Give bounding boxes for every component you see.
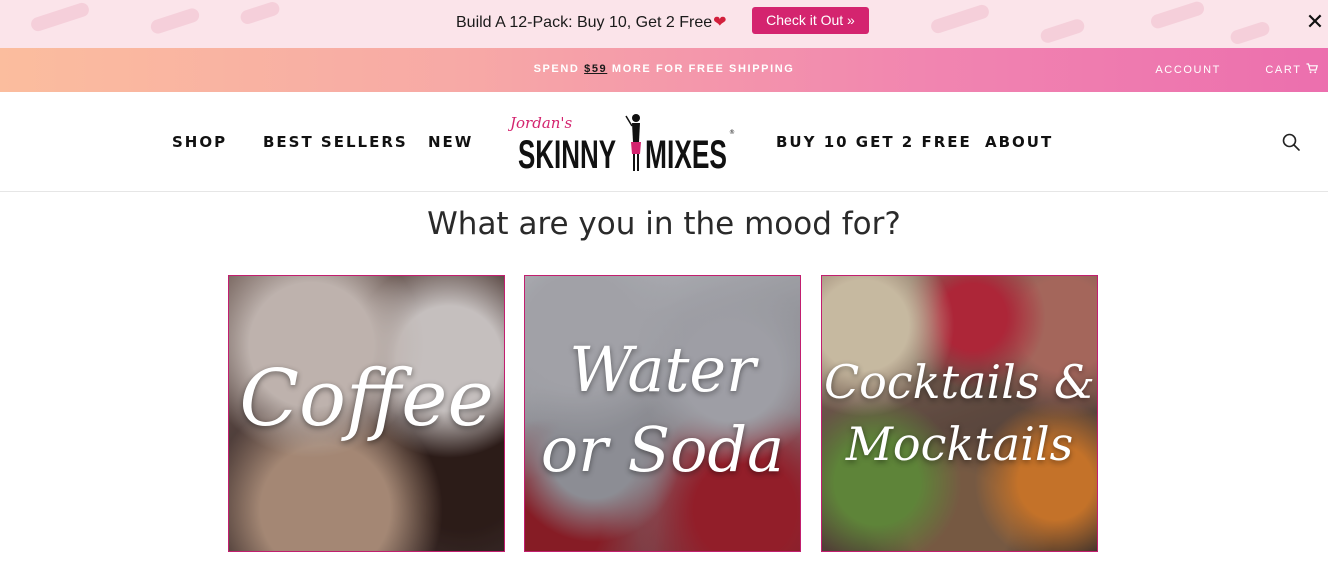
shipping-suffix: MORE FOR FREE SHIPPING — [607, 63, 795, 75]
promo-text: Build A 12-Pack: Buy 10, Get 2 Free❤ — [456, 12, 727, 32]
skinny-mixes-logo[interactable]: Jordan's SKINNY MIXES ® — [507, 108, 738, 178]
tile-label-cocktails: Cocktails & — [823, 355, 1096, 409]
category-tile-coffee[interactable]: Coffee — [228, 275, 505, 552]
category-tile-cocktails-mocktails[interactable]: Cocktails & Mocktails — [821, 275, 1098, 552]
tile-label-mocktails: Mocktails — [845, 417, 1074, 471]
logo-figure — [625, 114, 641, 171]
promo-message: Build A 12-Pack: Buy 10, Get 2 Free — [456, 14, 713, 31]
tile-label-coffee: Coffee — [239, 354, 494, 444]
close-icon[interactable]: ✕ — [1303, 10, 1327, 34]
broken-heart-icon: ❤ — [713, 14, 727, 31]
free-shipping-bar: SPEND $59 MORE FOR FREE SHIPPING ACCOUNT… — [0, 48, 1328, 92]
tile-label-or-soda: or Soda — [540, 413, 785, 486]
check-it-out-button[interactable]: Check it Out » — [752, 7, 869, 34]
search-icon[interactable] — [1281, 132, 1301, 152]
shipping-prefix: SPEND — [533, 63, 585, 75]
nav-buy-10-get-2-free[interactable]: BUY 10 GET 2 FREE — [776, 133, 972, 151]
cart-icon — [1306, 63, 1318, 74]
nav-shop[interactable]: SHOP — [172, 133, 227, 151]
logo-word-mixes: MIXES — [645, 133, 727, 177]
svg-text:®: ® — [729, 129, 735, 136]
account-link[interactable]: ACCOUNT — [1155, 64, 1220, 76]
cart-label: CART — [1265, 64, 1302, 76]
logo-word-skinny: SKINNY — [518, 133, 616, 177]
nav-about[interactable]: ABOUT — [985, 133, 1053, 151]
nav-best-sellers[interactable]: BEST SELLERS — [263, 133, 408, 151]
logo-script: Jordan's — [508, 114, 573, 132]
cart-link[interactable]: CART — [1245, 63, 1318, 76]
account-links: ACCOUNT CART — [1135, 63, 1318, 76]
page-title: What are you in the mood for? — [427, 206, 901, 242]
free-shipping-message: SPEND $59 MORE FOR FREE SHIPPING — [0, 63, 1328, 75]
main-navigation: SHOP BEST SELLERS NEW Jordan's SKINNY MI… — [0, 92, 1328, 192]
promo-banner: Build A 12-Pack: Buy 10, Get 2 Free❤ Che… — [0, 0, 1328, 48]
tile-label-water: Water — [569, 333, 756, 406]
shipping-amount: $59 — [584, 63, 608, 75]
category-tile-water-soda[interactable]: Water or Soda — [524, 275, 801, 552]
nav-new[interactable]: NEW — [428, 133, 473, 151]
